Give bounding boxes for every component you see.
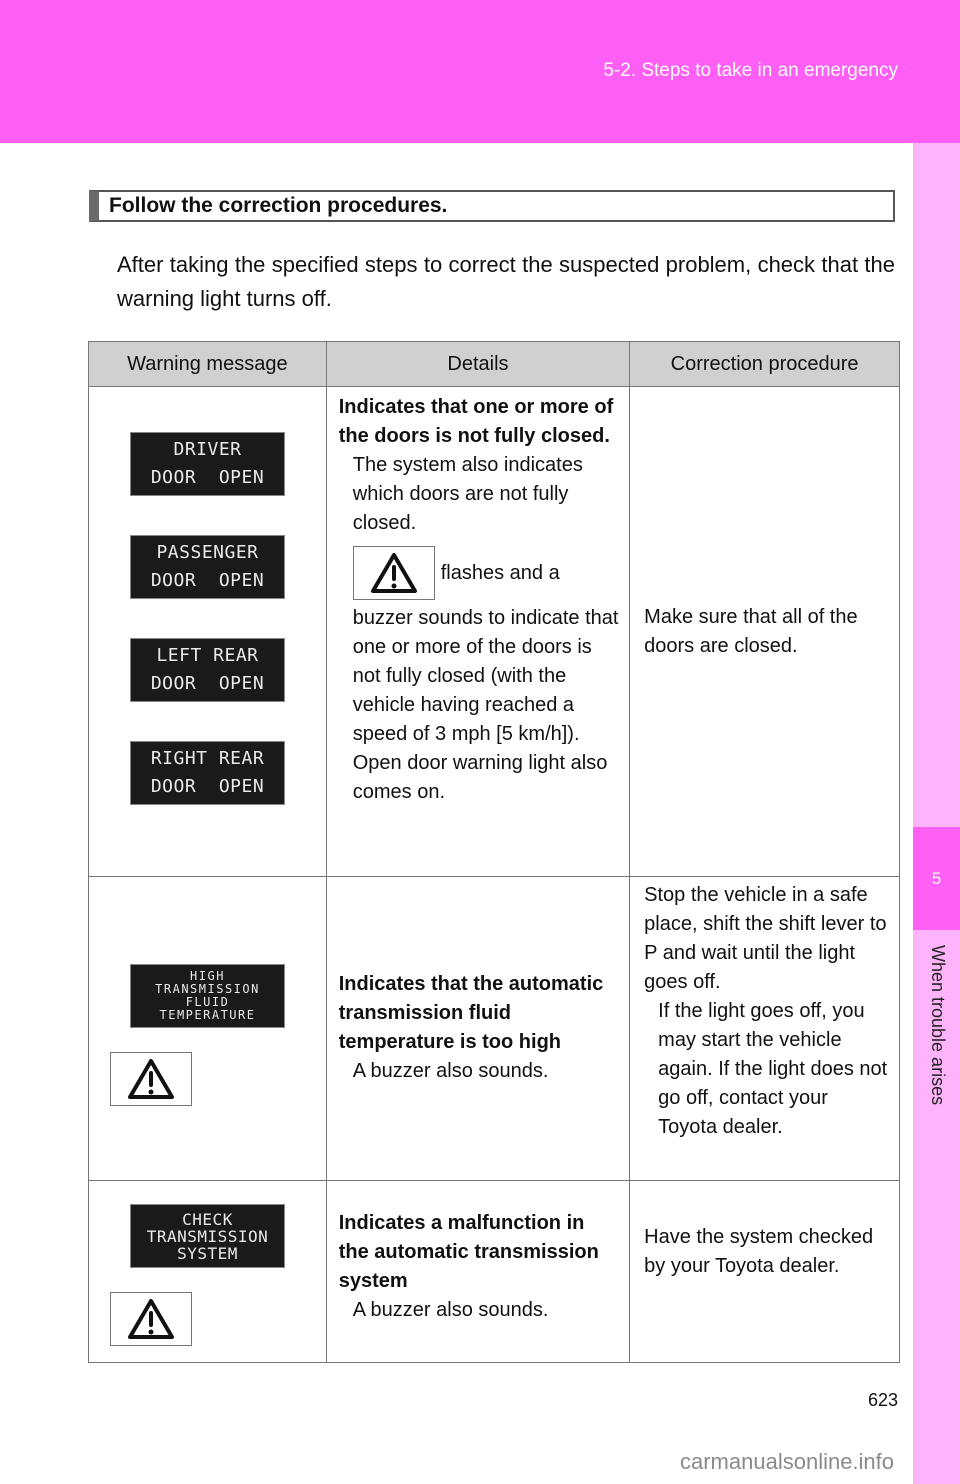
warning-triangle-icon (110, 1052, 192, 1106)
chapter-number: 5 (913, 827, 960, 930)
column-header: Details (325, 341, 631, 387)
details-bold: Indicates a malfunction in the automatic… (338, 1212, 599, 1292)
details-text: A buzzer also sounds. (352, 1059, 549, 1082)
correction-cell: Have the system checked by your Toyota d… (629, 1180, 900, 1363)
lcd-message-check-transmission-system: CHECK TRANSMISSION SYSTEM (130, 1204, 285, 1268)
details-text: Open door warning light also comes on. (352, 752, 608, 803)
correction-text: Make sure that all of the doors are clos… (644, 605, 858, 657)
header-band: 5-2. Steps to take in an emergency (0, 0, 960, 143)
details-cell: Indicates that one or more of the doors … (325, 386, 631, 877)
lcd-message-left-rear-door: LEFT REAR DOOR OPEN (130, 638, 285, 702)
details-text: A buzzer also sounds. (352, 1299, 549, 1321)
section-heading: Follow the correction procedures. (89, 190, 895, 222)
correction-text: Have the system checked by your Toyota d… (644, 1226, 874, 1277)
details-bold: Indicates that the automatic transmissio… (338, 972, 604, 1053)
details-text: buzzer sounds to indicate that one or mo… (352, 607, 619, 745)
table-row: HIGH TRANSMISSION FLUID TEMPERATURE Indi… (88, 876, 900, 1181)
details-bold: Indicates that one or more of the doors … (338, 396, 614, 447)
table-row: DRIVER DOOR OPEN PASSENGER DOOR OPEN LEF… (88, 386, 900, 877)
details-cell: Indicates that the automatic transmissio… (325, 876, 631, 1181)
warning-message-cell: CHECK TRANSMISSION SYSTEM (88, 1180, 327, 1363)
section-breadcrumb: 5-2. Steps to take in an emergency (603, 60, 898, 81)
warning-message-cell: HIGH TRANSMISSION FLUID TEMPERATURE (88, 876, 327, 1181)
table-header-row: Warning message Details Correction proce… (88, 341, 900, 387)
side-tab (913, 143, 960, 1484)
lcd-message-driver-door: DRIVER DOOR OPEN (130, 432, 285, 496)
correction-text: Stop the vehicle in a safe place, shift … (644, 884, 887, 993)
intro-paragraph: After taking the specified steps to corr… (117, 252, 895, 311)
warning-triangle-icon (352, 546, 435, 600)
table-row: CHECK TRANSMISSION SYSTEM Indicates a ma… (88, 1180, 900, 1363)
lcd-message-high-transmission-fluid-temperature: HIGH TRANSMISSION FLUID TEMPERATURE (130, 964, 285, 1028)
details-icon-text: flashes and a (440, 561, 560, 584)
correction-cell: Stop the vehicle in a safe place, shift … (629, 876, 900, 1181)
warning-message-cell: DRIVER DOOR OPEN PASSENGER DOOR OPEN LEF… (88, 386, 327, 877)
column-header: Correction procedure (629, 341, 900, 387)
lcd-message-right-rear-door: RIGHT REAR DOOR OPEN (130, 741, 285, 805)
column-header: Warning message (88, 341, 327, 387)
details-text: The system also indicates which doors ar… (352, 454, 583, 534)
page-number: 623 (867, 1390, 898, 1410)
correction-cell: Make sure that all of the doors are clos… (629, 386, 900, 877)
correction-text: If the light goes off, you may start the… (658, 1000, 888, 1138)
lcd-message-passenger-door: PASSENGER DOOR OPEN (130, 535, 285, 599)
details-cell: Indicates a malfunction in the automatic… (325, 1180, 631, 1363)
chapter-label: When trouble arises (928, 945, 948, 1106)
warning-table: Warning message Details Correction proce… (88, 341, 900, 1363)
watermark: carmanualsonline.info (680, 1449, 895, 1474)
warning-triangle-icon (110, 1292, 192, 1346)
